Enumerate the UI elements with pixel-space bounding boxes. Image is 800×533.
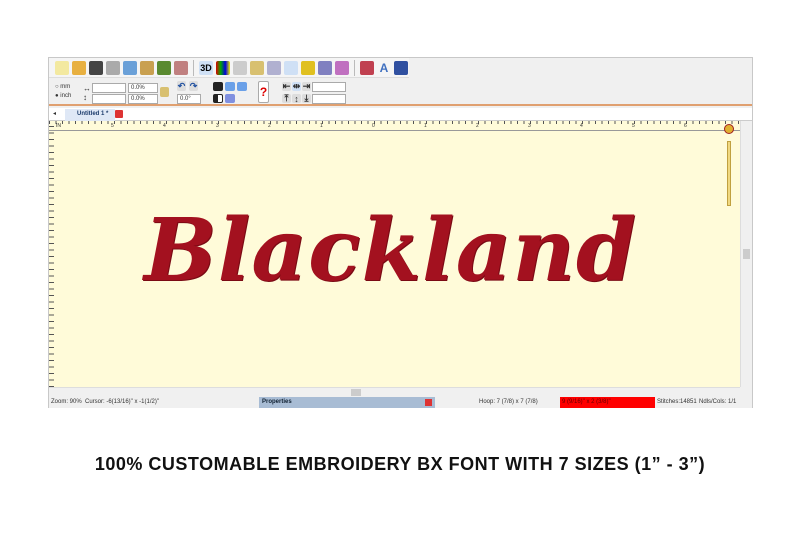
stitch-grid-icon[interactable] <box>335 60 349 75</box>
divider <box>354 59 355 76</box>
settings-icon[interactable] <box>360 60 374 75</box>
mirror-horizontal-icon[interactable] <box>157 60 171 75</box>
unit-inch-radio[interactable]: ● inch <box>55 93 71 99</box>
tab-untitled-1[interactable]: Untitled 1 * <box>65 109 115 121</box>
rotation-input[interactable]: 0.0° <box>177 94 201 104</box>
hoop-status: Hoop: 7 (7/8) x 7 (7/8) <box>479 399 538 405</box>
needles-status: Ndls/Cols: 1/1 <box>699 399 737 405</box>
new-file-icon[interactable] <box>55 60 69 75</box>
main-toolbar: 3D A <box>49 58 409 78</box>
ruler-label: 5 <box>632 123 635 129</box>
horizontal-ruler: IN 5 4 3 2 1 0 1 2 3 4 5 6 <box>49 121 740 131</box>
mirror-vertical-icon[interactable] <box>174 60 188 75</box>
align-left-icon[interactable] <box>213 94 223 103</box>
spacing-right-icon[interactable]: ⇥ <box>302 81 311 91</box>
spacing-left-icon[interactable]: ⇤ <box>282 81 291 91</box>
horizontal-scrollbar[interactable] <box>49 387 740 397</box>
ruler-label: 4 <box>580 123 583 129</box>
zoom-status: Zoom: 90% <box>51 399 82 405</box>
v-spacing-input[interactable] <box>312 94 346 104</box>
width-input[interactable] <box>92 83 126 93</box>
compass-icon[interactable] <box>724 124 734 134</box>
tab-bar: ◂ Untitled 1 * <box>49 108 752 121</box>
text-icon[interactable]: A <box>377 61 391 75</box>
status-bar: Zoom: 90% Cursor: -6(13/16)" x -1(1/2)" … <box>49 397 752 408</box>
select-pointer-icon[interactable] <box>284 60 298 75</box>
horizontal-scroll-thumb[interactable] <box>351 389 361 396</box>
height-input[interactable] <box>92 94 126 104</box>
needle-icon[interactable] <box>318 60 332 75</box>
design-size-status: 9 (9/16)" x 2 (3/8)" <box>560 397 655 408</box>
align-top-icon[interactable] <box>213 82 223 91</box>
app-window: 3D A ○ mm ● inch ↔ ↕ 0.0% 0.0% ↶ ↷ 0.0° … <box>48 57 753 408</box>
ruler-label: 3 <box>528 123 531 129</box>
ruler-label: 1 <box>424 123 427 129</box>
copy-icon[interactable] <box>123 60 137 75</box>
spacing-center-icon[interactable]: ⇹ <box>292 81 301 91</box>
spacing-middle-icon[interactable]: ↕ <box>292 94 301 104</box>
unit-mm-radio[interactable]: ○ mm <box>55 84 70 90</box>
3d-view-icon[interactable]: 3D <box>199 60 213 75</box>
unit-inch-label: inch <box>60 93 72 99</box>
design-size-text: 9 (9/16)" x 2 (3/8)" <box>562 399 611 405</box>
help-icon[interactable]: ? <box>258 81 269 103</box>
library-icon[interactable] <box>394 60 408 75</box>
paste-icon[interactable] <box>140 60 154 75</box>
caption: 100% CUSTOMABLE EMBROIDERY BX FONT WITH … <box>94 454 706 474</box>
expand-icon[interactable] <box>237 82 247 91</box>
vertical-ruler <box>49 121 54 387</box>
tab-close-button[interactable] <box>115 110 123 118</box>
zoom-slider[interactable] <box>727 141 731 206</box>
open-folder-icon[interactable] <box>72 60 86 75</box>
vertical-scrollbar[interactable] <box>740 121 752 387</box>
design-canvas[interactable]: IN 5 4 3 2 1 0 1 2 3 4 5 6 Blackland <box>49 121 740 387</box>
ruler-label: 6 <box>684 123 687 129</box>
h-spacing-input[interactable] <box>312 82 346 92</box>
frame-icon[interactable] <box>301 60 315 75</box>
ruler-label: 4 <box>163 123 166 129</box>
properties-close-button[interactable] <box>425 399 432 406</box>
hoop-icon[interactable] <box>267 60 281 75</box>
unit-mm-label: mm <box>60 84 71 90</box>
distribute-icon[interactable] <box>225 94 235 103</box>
redo-rotate-icon[interactable]: ↷ <box>189 81 198 91</box>
measure-icon[interactable] <box>250 60 264 75</box>
embroidery-design-text[interactable]: Blackland <box>144 201 637 301</box>
ruler-label: 2 <box>476 123 479 129</box>
width-percent-input[interactable]: 0.0% <box>128 83 158 93</box>
undo-rotate-icon[interactable]: ↶ <box>177 81 186 91</box>
ruler-unit: IN <box>56 123 61 129</box>
height-icon: ↕ <box>83 93 87 102</box>
lock-ratio-icon[interactable] <box>160 87 169 97</box>
height-percent-input[interactable]: 0.0% <box>128 94 158 104</box>
stitches-status: Stitches:14851 <box>657 399 697 405</box>
ruler-label: 1 <box>320 123 323 129</box>
ruler-label: 3 <box>216 123 219 129</box>
properties-toolbar: ○ mm ● inch ↔ ↕ 0.0% 0.0% ↶ ↷ 0.0° ? ⇤ ⇹… <box>49 79 752 106</box>
spacing-top-icon[interactable]: ⤒ <box>282 93 291 103</box>
properties-label: Properties <box>262 399 292 405</box>
center-icon[interactable] <box>225 82 235 91</box>
spacing-bottom-icon[interactable]: ⤓ <box>302 93 311 103</box>
save-icon[interactable] <box>89 60 103 75</box>
ruler-label: 5 <box>111 123 114 129</box>
divider <box>193 59 194 76</box>
color-chart-icon[interactable] <box>216 60 230 75</box>
vertical-scroll-thumb[interactable] <box>743 249 750 259</box>
ruler-label: 0 <box>372 123 375 129</box>
tab-scroll-left-icon[interactable]: ◂ <box>53 110 56 117</box>
ruler-label: 2 <box>268 123 271 129</box>
properties-panel-header[interactable]: Properties <box>259 397 435 408</box>
zoom-icon[interactable] <box>233 60 247 75</box>
cursor-status: Cursor: -6(13/16)" x -1(1/2)" <box>85 399 159 405</box>
width-icon: ↔ <box>83 84 91 93</box>
print-icon[interactable] <box>106 60 120 75</box>
